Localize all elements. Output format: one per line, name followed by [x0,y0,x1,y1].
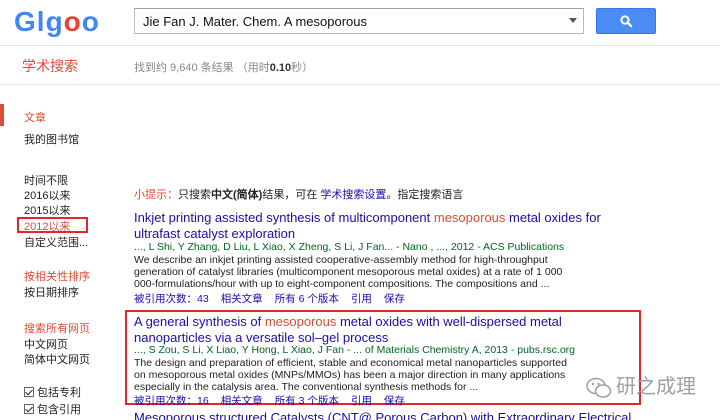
active-indicator [0,104,4,126]
title-highlight: mesoporous [433,210,506,225]
include-citations-label: 包含引用 [37,404,81,416]
subheader-divider [0,84,720,85]
stats-suffix: 秒） [291,62,314,74]
logo-letter: o [63,6,82,37]
logo-letter: l [36,6,46,37]
save-link[interactable]: 保存 [384,395,405,407]
title-part: Inkjet printing assisted synthesis of mu… [134,210,434,225]
cited-by-link[interactable]: 被引用次数：43 [134,293,209,305]
result-snippet: We describe an inkjet printing assisted … [134,254,563,290]
title-part: metal oxides for [505,210,601,225]
cite-link[interactable]: 引用 [351,293,372,305]
title-highlight: mesoporous [264,314,337,329]
logo[interactable]: Glgoo [14,6,100,38]
scholar-brand[interactable]: 学术搜索 [22,56,78,76]
stats-time: 0.10 [269,62,292,74]
title-part: ultrafast catalyst exploration [134,226,296,241]
sidebar-item-library[interactable]: 我的图书馆 [24,131,79,147]
all-versions-link[interactable]: 所有 6 个版本 [275,293,339,305]
sidebar-time-any[interactable]: 时间不限 [24,172,68,188]
related-articles-link[interactable]: 相关文章 [221,293,263,305]
all-versions-link[interactable]: 所有 3 个版本 [275,395,339,407]
sidebar-since-2016[interactable]: 2016以来 [24,187,70,203]
search-input[interactable]: Jie Fan J. Mater. Chem. A mesoporous [134,8,584,34]
related-articles-link[interactable]: 相关文章 [221,395,263,407]
stats-prefix: 找到约 9,640 条结果 （用时 [134,62,270,74]
scholar-settings-link[interactable]: 学术搜索设置 [320,189,386,201]
result-stats: 找到约 9,640 条结果 （用时0.10秒） [134,59,313,75]
sidebar-sort-relevance[interactable]: 按相关性排序 [24,268,90,284]
result-authors: ..., S Zou, S Li, X Liao, Y Hong, L Xiao… [134,344,576,356]
checkbox-checked-icon[interactable] [24,404,34,414]
wechat-icon [586,377,612,398]
search-input-value: Jie Fan J. Mater. Chem. A mesoporous [143,14,367,29]
sidebar-sort-date[interactable]: 按日期排序 [24,284,79,300]
highlight-box-2012 [17,217,88,233]
result-actions: 被引用次数：16 相关文章 所有 3 个版本 引用 保存 [134,393,417,408]
result-snippet: The design and preparation of efficient,… [134,357,567,393]
include-patents-label: 包括专利 [37,387,81,399]
search-icon [620,15,633,28]
sidebar-lang-zh-s[interactable]: 简体中文网页 [24,351,90,367]
header-divider [0,45,720,46]
sidebar-lang-all[interactable]: 搜索所有网页 [24,320,90,336]
tip-text: 指定搜索语言 [397,189,464,201]
result-authors: ..., L Shi, Y Zhang, D Liu, L Xiao, X Zh… [134,241,565,253]
watermark: 研之成理 [586,370,716,404]
result-title[interactable]: A general synthesis of mesoporous metal … [134,314,614,346]
tip-bold[interactable]: 中文(简体) [211,189,262,201]
title-part: nanoparticles via a versatile sol–gel pr… [134,330,389,345]
cite-link[interactable]: 引用 [351,395,372,407]
checkbox-checked-icon[interactable] [24,387,34,397]
dropdown-caret-icon[interactable] [569,18,577,23]
next-result-title[interactable]: Mesoporous structured Catalysts (CNT@ Po… [134,410,631,420]
watermark-text: 研之成理 [616,374,696,398]
sidebar-lang-zh[interactable]: 中文网页 [24,336,68,352]
save-link[interactable]: 保存 [384,293,405,305]
logo-letter: g [45,6,64,37]
tip-text: 结果，可在 [262,189,318,201]
tip-text: 只搜索 [178,189,211,201]
cited-by-link[interactable]: 被引用次数：16 [134,395,209,407]
search-button[interactable] [596,8,656,34]
title-part: metal oxides with well-dispersed metal [336,314,562,329]
sidebar-custom-range[interactable]: 自定义范围... [24,234,88,250]
tip-prefix: 小提示： [134,189,178,201]
include-citations-checkbox[interactable]: 包含引用 [24,401,81,417]
result-title[interactable]: Inkjet printing assisted synthesis of mu… [134,210,614,242]
result-actions: 被引用次数：43 相关文章 所有 6 个版本 引用 保存 [134,291,417,306]
language-tip: 小提示：只搜索中文(简体)结果，可在 学术搜索设置。指定搜索语言 [134,189,464,201]
logo-letter: G [14,6,37,37]
title-part: A general synthesis of [134,314,265,329]
logo-letter: o [81,6,100,37]
sidebar-item-articles[interactable]: 文章 [24,109,46,125]
include-patents-checkbox[interactable]: 包括专利 [24,384,81,400]
sidebar-since-2015[interactable]: 2015以来 [24,202,70,218]
